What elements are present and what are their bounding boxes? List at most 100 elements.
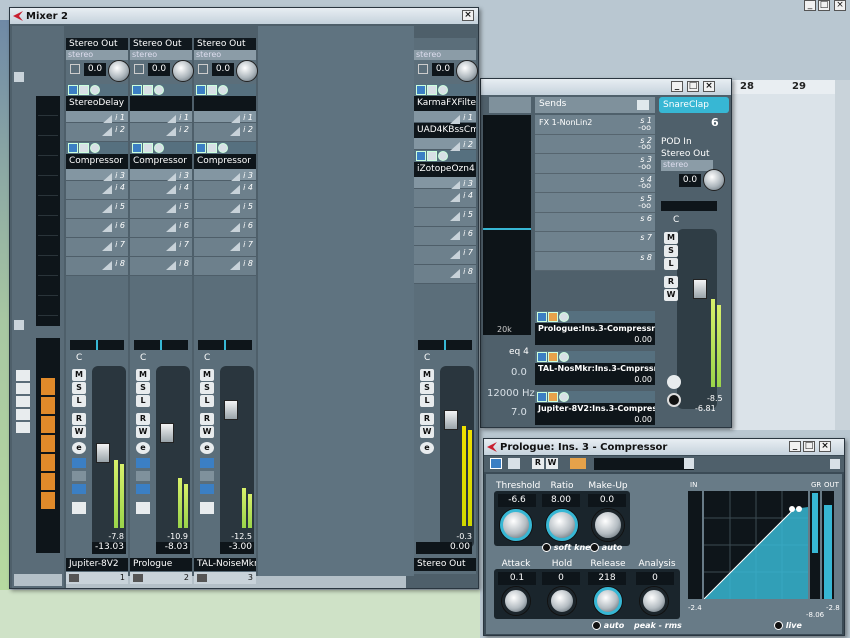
mute-button[interactable]: M (72, 369, 86, 381)
channel-name[interactable]: Jupiter-8V2 (66, 558, 128, 571)
sidebar-marker-icon[interactable] (41, 492, 55, 509)
edit-button[interactable]: e (72, 442, 86, 454)
plugin-maximize-button[interactable]: □ (803, 441, 815, 452)
send-slot[interactable]: s 3 -oo (535, 154, 655, 174)
plugin-dropdown-icon[interactable] (830, 459, 840, 469)
write-button[interactable]: W (72, 426, 86, 438)
insert-plugin-name[interactable] (194, 96, 256, 111)
track-pan-knob[interactable] (703, 169, 725, 191)
read-button[interactable]: R (420, 413, 434, 425)
insert-bypass-icon[interactable] (79, 143, 89, 153)
track-mute-button[interactable]: M (664, 232, 678, 244)
sidebar-io-icon[interactable] (38, 298, 58, 316)
write-button[interactable]: W (136, 426, 150, 438)
insert-edit-icon[interactable] (154, 85, 164, 95)
insert-slot-header[interactable] (414, 150, 476, 162)
arrow-icon[interactable] (200, 471, 214, 481)
insert-slot[interactable]: i 4 (66, 181, 128, 200)
threshold-knob[interactable] (500, 509, 532, 541)
insert-plugin-name[interactable]: StereoDelay (66, 96, 128, 111)
send-slot[interactable]: s 4 -oo (535, 173, 655, 193)
arrange-track-area[interactable] (730, 94, 835, 430)
send-fx-level[interactable]: 0.00 (535, 335, 655, 345)
record-enable-icon[interactable] (72, 484, 86, 494)
analysis-knob[interactable] (640, 587, 668, 615)
mixer-bottom-left-icons[interactable] (14, 574, 62, 586)
track-write-button[interactable]: W (664, 289, 678, 301)
read-button[interactable]: R (72, 413, 86, 425)
track-pan-bar[interactable] (661, 201, 717, 211)
send-fx-item[interactable]: Jupiter-8V2:Ins.3-Compressr 0.00 (535, 391, 655, 425)
track-listen-button[interactable]: L (664, 258, 678, 270)
insert-slot[interactable]: i 8 (130, 257, 192, 276)
channel-name[interactable]: Prologue (130, 558, 192, 571)
global-read-all-button[interactable] (16, 409, 30, 420)
insert-plugin-name[interactable]: Compressor (130, 154, 192, 169)
mute-button[interactable]: M (420, 369, 434, 381)
pan-bar[interactable] (134, 340, 188, 350)
monitor-icon[interactable] (136, 458, 150, 468)
eq-gain-value[interactable]: 0.0 (511, 367, 527, 378)
plugin-preset-menu-icon[interactable] (684, 458, 694, 469)
insert-power-icon[interactable] (196, 143, 206, 153)
pan-bar[interactable] (198, 340, 252, 350)
insert-slot[interactable]: i 6 (130, 219, 192, 238)
sidebar-tempo-icon[interactable] (41, 416, 55, 433)
insert-plugin-name[interactable]: UAD4KBssCm (414, 123, 476, 138)
send-fx-buttons[interactable] (535, 351, 655, 363)
mute-button[interactable]: M (136, 369, 150, 381)
insert-bypass-icon[interactable] (79, 85, 89, 95)
insert-slot[interactable]: i 3 (66, 169, 128, 182)
insert-edit-icon[interactable] (218, 143, 228, 153)
channel-output-label[interactable]: Stereo Out (194, 38, 256, 50)
record-enable-icon[interactable] (136, 484, 150, 494)
insert-edit-icon[interactable] (218, 85, 228, 95)
attack-value[interactable]: 0.1 (498, 572, 536, 585)
insert-slot[interactable]: i 5 (194, 200, 256, 219)
solo-button[interactable]: S (200, 382, 214, 394)
channel-output-label[interactable]: Stereo Out (66, 38, 128, 50)
insert-slot[interactable]: i 6 (66, 219, 128, 238)
send-fx-buttons[interactable] (535, 391, 655, 403)
insert-slot[interactable]: i 8 (414, 265, 476, 284)
send-power-icon[interactable] (537, 312, 547, 322)
hold-knob[interactable] (548, 587, 576, 615)
solo-button[interactable]: S (420, 382, 434, 394)
sidebar-fx2-icon[interactable] (38, 158, 58, 176)
channel-pan-knob[interactable] (456, 60, 478, 82)
global-write-all-button[interactable] (16, 422, 30, 433)
channel-pan-value[interactable]: 0.0 (432, 63, 454, 76)
insert-slot[interactable]: i 4 (130, 181, 192, 200)
compressor-curve-graph[interactable] (703, 491, 808, 600)
insert-power-icon[interactable] (132, 85, 142, 95)
plugin-read-button[interactable]: R (532, 458, 544, 469)
makeup-value[interactable]: 0.0 (588, 494, 626, 507)
insert-slot[interactable]: i 2 (194, 123, 256, 142)
send-fx-item[interactable]: Prologue:Ins.3-Compressr 0.00 (535, 311, 655, 345)
insert-slot[interactable]: i 1 (414, 111, 476, 124)
track-solo-button[interactable]: S (664, 245, 678, 257)
sidebar-eq-icon[interactable] (38, 178, 58, 196)
insert-edit-icon[interactable] (90, 85, 100, 95)
channel-output-label[interactable]: Stereo Out (130, 38, 192, 50)
insert-plugin-name[interactable]: iZotopeOzn4 (414, 162, 476, 177)
maximize-button[interactable]: □ (818, 0, 830, 11)
mute-button[interactable]: M (200, 369, 214, 381)
insert-slot[interactable]: i 2 (414, 138, 476, 151)
insert-bypass-icon[interactable] (207, 85, 217, 95)
track-monitor-button[interactable] (667, 375, 681, 389)
channel-name[interactable]: TAL-NoiseMkr (194, 558, 256, 571)
stereo-pan-icon[interactable] (134, 64, 144, 74)
send-fx-level[interactable]: 0.00 (535, 415, 655, 425)
insert-slot[interactable]: i 5 (414, 208, 476, 227)
ratio-value[interactable]: 8.00 (542, 494, 580, 507)
channel-name[interactable]: Stereo Out (414, 558, 476, 571)
send-slot[interactable]: FX 1-NonLin2 s 1 -oo (535, 115, 655, 135)
sidebar-link-icon[interactable] (41, 435, 55, 452)
insert-plugin-name[interactable]: KarmaFXFilter (414, 96, 476, 111)
stereo-pan-icon[interactable] (70, 64, 80, 74)
plugin-close-button[interactable]: × (819, 441, 831, 452)
send-slot[interactable]: s 2 -oo (535, 134, 655, 154)
insert-slot[interactable]: i 2 (66, 123, 128, 142)
eq-header-buttons[interactable] (489, 97, 531, 113)
